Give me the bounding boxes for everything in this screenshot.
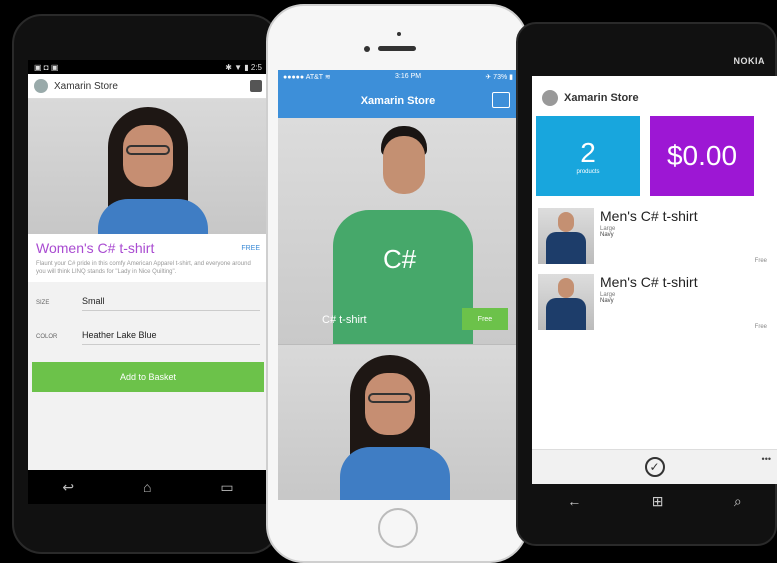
time: 3:16 PM: [395, 73, 422, 80]
list-item[interactable]: Men's C# t-shirt Large Navy Free: [532, 204, 777, 270]
product-price: FREE: [241, 244, 260, 252]
product-description: Flaunt your C# pride in this comfy Ameri…: [36, 261, 251, 275]
product-info: Women's C# t-shirt FREE Flaunt your C# p…: [28, 234, 268, 282]
carrier: ●●●●● AT&T ≋: [283, 73, 331, 81]
price-badge[interactable]: Free: [462, 308, 508, 330]
windows-nav-bar: ← ⊞ ⌕: [532, 484, 777, 518]
battery: ✈ 73% ▮: [485, 73, 513, 81]
basket-icon[interactable]: [250, 80, 262, 92]
total-amount: $0.00: [666, 140, 738, 171]
product-thumbnail: [538, 208, 594, 264]
windows-phone-screen: Xamarin Store 2 products $0.00 Men's C# …: [532, 76, 777, 484]
color-selector[interactable]: COLOR Heather Lake Blue: [28, 316, 268, 350]
ios-nav-bar: Xamarin Store: [278, 83, 518, 118]
product-card[interactable]: C# C# t-shirt Free: [278, 118, 518, 344]
status-icons-left: ▣ ◘ ▣: [34, 62, 59, 72]
shirt-logo: C#: [383, 244, 417, 274]
items-count-tile: 2 products: [536, 116, 640, 196]
status-icons-right: ✱ ▼ ▮ 2:5: [225, 62, 262, 72]
woman-model-image: [340, 355, 450, 500]
product-thumbnail: [538, 274, 594, 330]
home-button[interactable]: [378, 508, 418, 548]
size-value[interactable]: Small: [82, 296, 260, 311]
windows-start-icon[interactable]: ⊞: [652, 493, 664, 510]
color-value[interactable]: Heather Lake Blue: [82, 330, 260, 345]
app-header: Xamarin Store: [532, 76, 777, 112]
home-icon[interactable]: ⌂: [143, 479, 151, 495]
search-icon[interactable]: ⌕: [734, 493, 742, 510]
item-color: Navy: [600, 298, 614, 304]
android-screen: ▣ ◘ ▣ ✱ ▼ ▮ 2:5 Xamarin Store Women's C#…: [28, 60, 268, 470]
size-label: SIZE: [36, 300, 50, 306]
product-image: [28, 99, 268, 234]
recent-apps-icon[interactable]: ▭: [220, 479, 233, 496]
item-price: Free: [754, 258, 767, 264]
item-price: Free: [754, 324, 767, 330]
windows-phone: NOKIA Xamarin Store 2 products $0.00 Men…: [516, 22, 777, 546]
product-card[interactable]: [278, 344, 518, 500]
sensor: [364, 46, 370, 52]
woman-model-image: [98, 107, 208, 234]
total-tile: $0.00: [650, 116, 754, 196]
list-item[interactable]: Men's C# t-shirt Large Navy Free: [532, 270, 777, 336]
more-icon[interactable]: •••: [762, 454, 771, 464]
size-selector[interactable]: SIZE Small: [28, 282, 268, 316]
item-color: Navy: [600, 232, 614, 238]
item-name: Men's C# t-shirt: [600, 208, 698, 224]
app-title: Xamarin Store: [360, 94, 436, 107]
xamarin-logo-icon: [34, 79, 48, 93]
back-icon[interactable]: ←: [567, 493, 581, 509]
android-nav-bar: ↩ ⌂ ▭: [28, 470, 268, 504]
app-title: Xamarin Store: [564, 92, 639, 104]
android-status-bar: ▣ ◘ ▣ ✱ ▼ ▮ 2:5: [28, 60, 268, 74]
app-bar: ✓ •••: [532, 449, 777, 484]
items-count: 2: [580, 137, 596, 168]
item-name: Men's C# t-shirt: [600, 274, 698, 290]
speaker: [378, 46, 416, 51]
back-icon[interactable]: ↩: [62, 479, 74, 496]
android-app-header: Xamarin Store: [28, 74, 268, 99]
iphone: ●●●●● AT&T ≋ 3:16 PM ✈ 73% ▮ Xamarin Sto…: [266, 4, 528, 563]
basket-icon[interactable]: [492, 92, 510, 108]
color-label: COLOR: [36, 334, 58, 340]
product-caption: C# t-shirt: [322, 314, 367, 326]
man-model-image: C#: [333, 126, 473, 344]
brand-logo: NOKIA: [733, 56, 765, 66]
xamarin-logo-icon: [542, 90, 558, 106]
items-label: products: [576, 169, 600, 175]
checkout-check-icon[interactable]: ✓: [644, 457, 665, 477]
product-name: Women's C# t-shirt: [36, 240, 155, 256]
front-camera: [397, 32, 401, 36]
app-title: Xamarin Store: [54, 80, 118, 92]
ios-status-bar: ●●●●● AT&T ≋ 3:16 PM ✈ 73% ▮: [278, 70, 518, 83]
summary-tiles: 2 products $0.00: [532, 112, 777, 204]
add-to-basket-button[interactable]: Add to Basket: [32, 362, 264, 392]
iphone-screen: ●●●●● AT&T ≋ 3:16 PM ✈ 73% ▮ Xamarin Sto…: [278, 70, 518, 500]
android-phone: ▣ ◘ ▣ ✱ ▼ ▮ 2:5 Xamarin Store Women's C#…: [12, 14, 280, 554]
